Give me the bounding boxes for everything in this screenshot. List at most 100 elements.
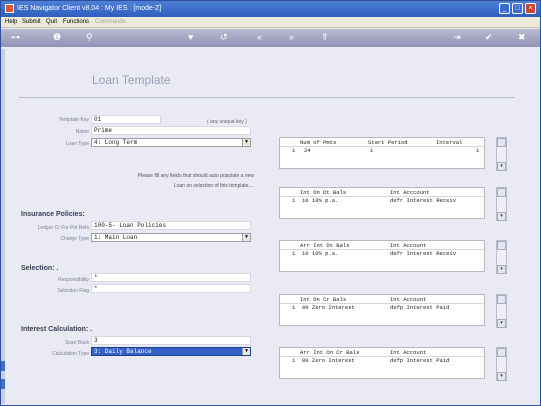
grid-row-number: 1 — [292, 250, 296, 257]
payments-grid[interactable]: Num of Pmts Start Period Interval 1 24 1… — [279, 137, 485, 169]
grid-cell[interactable]: defr Interest Receiv — [390, 250, 456, 257]
int-on-dt-bals-grid[interactable]: Int On Dt Bals Int Acccount 1 10 10% p.a… — [279, 187, 485, 219]
grid-header: Interval — [436, 139, 463, 146]
title-bar: IES Navigator Client v8.04 : My IES : [m… — [1, 1, 540, 17]
grid-header: Int Account — [390, 242, 427, 249]
calculation-type-label: Calculation Type — [52, 351, 89, 357]
template-key-field[interactable]: 01 — [91, 115, 161, 124]
chevron-down-icon[interactable]: ▼ — [242, 348, 250, 355]
arr-int-on-cr-bals-scrollbar[interactable]: ▾ — [496, 347, 507, 381]
menu-functions[interactable]: Functions — [63, 19, 89, 25]
scan-back-field[interactable]: 3 — [91, 336, 251, 345]
grid-cell[interactable]: 00 Zero Interest — [302, 357, 355, 364]
scroll-up-button[interactable] — [497, 188, 506, 197]
menu-help[interactable]: Help — [5, 19, 17, 25]
scroll-down-icon[interactable]: ▾ — [497, 319, 506, 328]
interest-section-title: Interest Calculation: . — [21, 326, 93, 333]
window-title: IES Navigator Client v8.04 : My IES : [m… — [17, 5, 162, 12]
loan-type-value: 4: Long Term — [94, 139, 138, 146]
responsibility-field[interactable]: * — [91, 273, 251, 282]
grid-header: Int Acccount — [390, 189, 430, 196]
charge-type-select[interactable]: 1: Main Loan ▼ — [91, 233, 251, 242]
template-key-label: Template Key — [58, 117, 89, 123]
grid-cell[interactable]: defp Interest Paid — [390, 304, 449, 311]
check-icon[interactable]: ✔ — [485, 32, 493, 43]
menu-commands: Commands — [95, 19, 126, 25]
app-icon — [5, 4, 14, 13]
info-icon[interactable]: ❶ — [53, 32, 61, 43]
arr-int-dt-bals-grid[interactable]: Arr Int Dt Bals Int Account 1 10 10% p.a… — [279, 240, 485, 272]
grid-cell[interactable]: 10 10% p.a. — [302, 197, 338, 204]
arr-int-on-cr-bals-grid[interactable]: Arr Int On Cr Bals Int Account 1 00 Zero… — [279, 347, 485, 379]
scroll-down-icon[interactable]: ▾ — [497, 265, 506, 274]
grid-row-number: 1 — [292, 304, 296, 311]
name-label: Name — [75, 129, 89, 135]
charge-type-label: Charge Type — [60, 236, 89, 242]
menu-bar: Help Submit Quit Functions Commands — [1, 17, 540, 28]
close-icon[interactable]: ✖ — [518, 32, 526, 43]
menu-quit[interactable]: Quit — [46, 19, 57, 25]
grid-row-number: 1 — [292, 197, 296, 204]
scroll-down-icon[interactable]: ▾ — [497, 162, 506, 171]
grid-row-number: 1 — [292, 357, 296, 364]
grid-cell[interactable]: 00 Zero Interest — [302, 304, 355, 311]
maximize-button[interactable]: □ — [512, 3, 523, 14]
selection-flag-field[interactable]: * — [91, 284, 251, 293]
forward-icon[interactable]: » — [289, 32, 294, 43]
calculation-type-value: 3: Daily Balance — [94, 348, 152, 355]
int-on-cr-bals-scrollbar[interactable]: ▾ — [496, 294, 507, 328]
grid-row-number: 1 — [292, 147, 296, 154]
grid-header: Int On Cr Bals — [300, 296, 347, 303]
scroll-down-icon[interactable]: ▾ — [497, 212, 506, 221]
ledger-label: Ledger Cr For Pol Refs — [37, 225, 89, 231]
close-window-button[interactable]: × — [525, 3, 536, 14]
grid-header: Start Period — [368, 139, 408, 146]
calculation-type-select[interactable]: 3: Daily Balance ▼ — [91, 347, 251, 356]
back-icon[interactable]: « — [257, 32, 262, 43]
payments-grid-scrollbar[interactable]: ▾ — [496, 137, 507, 171]
grid-header: Arr Int Dt Bals — [300, 242, 350, 249]
heart-icon[interactable]: ♥ — [188, 32, 193, 43]
int-on-dt-bals-scrollbar[interactable]: ▾ — [496, 187, 507, 221]
grid-header: Arr Int On Cr Bals — [300, 349, 360, 356]
undo-icon[interactable]: ↺ — [220, 32, 228, 43]
scroll-up-button[interactable] — [497, 348, 506, 357]
chevron-down-icon[interactable]: ▼ — [242, 139, 250, 146]
autopopulate-note: Please fill any fields that should auto … — [137, 173, 254, 189]
grid-cell[interactable]: 24 — [304, 147, 311, 154]
grid-header: Int Account — [390, 296, 427, 303]
scan-back-label: Scan Back — [65, 340, 89, 346]
scroll-up-button[interactable] — [497, 138, 506, 147]
ledger-field[interactable]: 100-5- Loan Policies — [91, 221, 251, 230]
grid-cell[interactable]: 1 — [476, 147, 479, 154]
grid-header: Int Account — [390, 349, 427, 356]
toolbar: ⊶ ❶ ⚲ ♥ ↺ « » ⇑ ⇥ ✔ ✖ — [1, 29, 540, 47]
grid-cell[interactable]: 1 — [370, 147, 373, 154]
grid-cell[interactable]: 10 10% p.a. — [302, 250, 338, 257]
grid-cell[interactable]: defr Interest Receiv — [390, 197, 456, 204]
charge-type-value: 1: Main Loan — [94, 234, 138, 241]
grid-header: Num of Pmts — [300, 139, 337, 146]
page-title: Loan Template — [92, 73, 171, 87]
selection-flag-label: Selection Flag — [57, 288, 89, 294]
scroll-down-icon[interactable]: ▾ — [497, 372, 506, 381]
loan-type-select[interactable]: 4: Long Term ▼ — [91, 138, 251, 147]
menu-submit[interactable]: Submit — [22, 19, 41, 25]
int-on-cr-bals-grid[interactable]: Int On Cr Bals Int Account 1 00 Zero Int… — [279, 294, 485, 326]
scroll-up-button[interactable] — [497, 241, 506, 250]
selection-section-title: Selection: . — [21, 265, 59, 272]
app-window: IES Navigator Client v8.04 : My IES : [m… — [0, 0, 541, 406]
scroll-up-button[interactable] — [497, 295, 506, 304]
expand-icon[interactable]: ⇑ — [321, 32, 329, 43]
arr-int-dt-bals-scrollbar[interactable]: ▾ — [496, 240, 507, 274]
key-icon[interactable]: ⊶ — [11, 32, 20, 43]
responsibility-label: Responsibility — [58, 277, 89, 283]
search-icon[interactable]: ⚲ — [86, 32, 93, 43]
loan-type-label: Loan Type — [65, 141, 89, 147]
title-divider — [19, 97, 515, 98]
chevron-down-icon[interactable]: ▼ — [242, 234, 250, 241]
forward-step-icon[interactable]: ⇥ — [453, 32, 461, 43]
minimize-button[interactable]: _ — [499, 3, 510, 14]
name-field[interactable]: Prime — [91, 126, 251, 135]
grid-cell[interactable]: defp Interest Paid — [390, 357, 449, 364]
